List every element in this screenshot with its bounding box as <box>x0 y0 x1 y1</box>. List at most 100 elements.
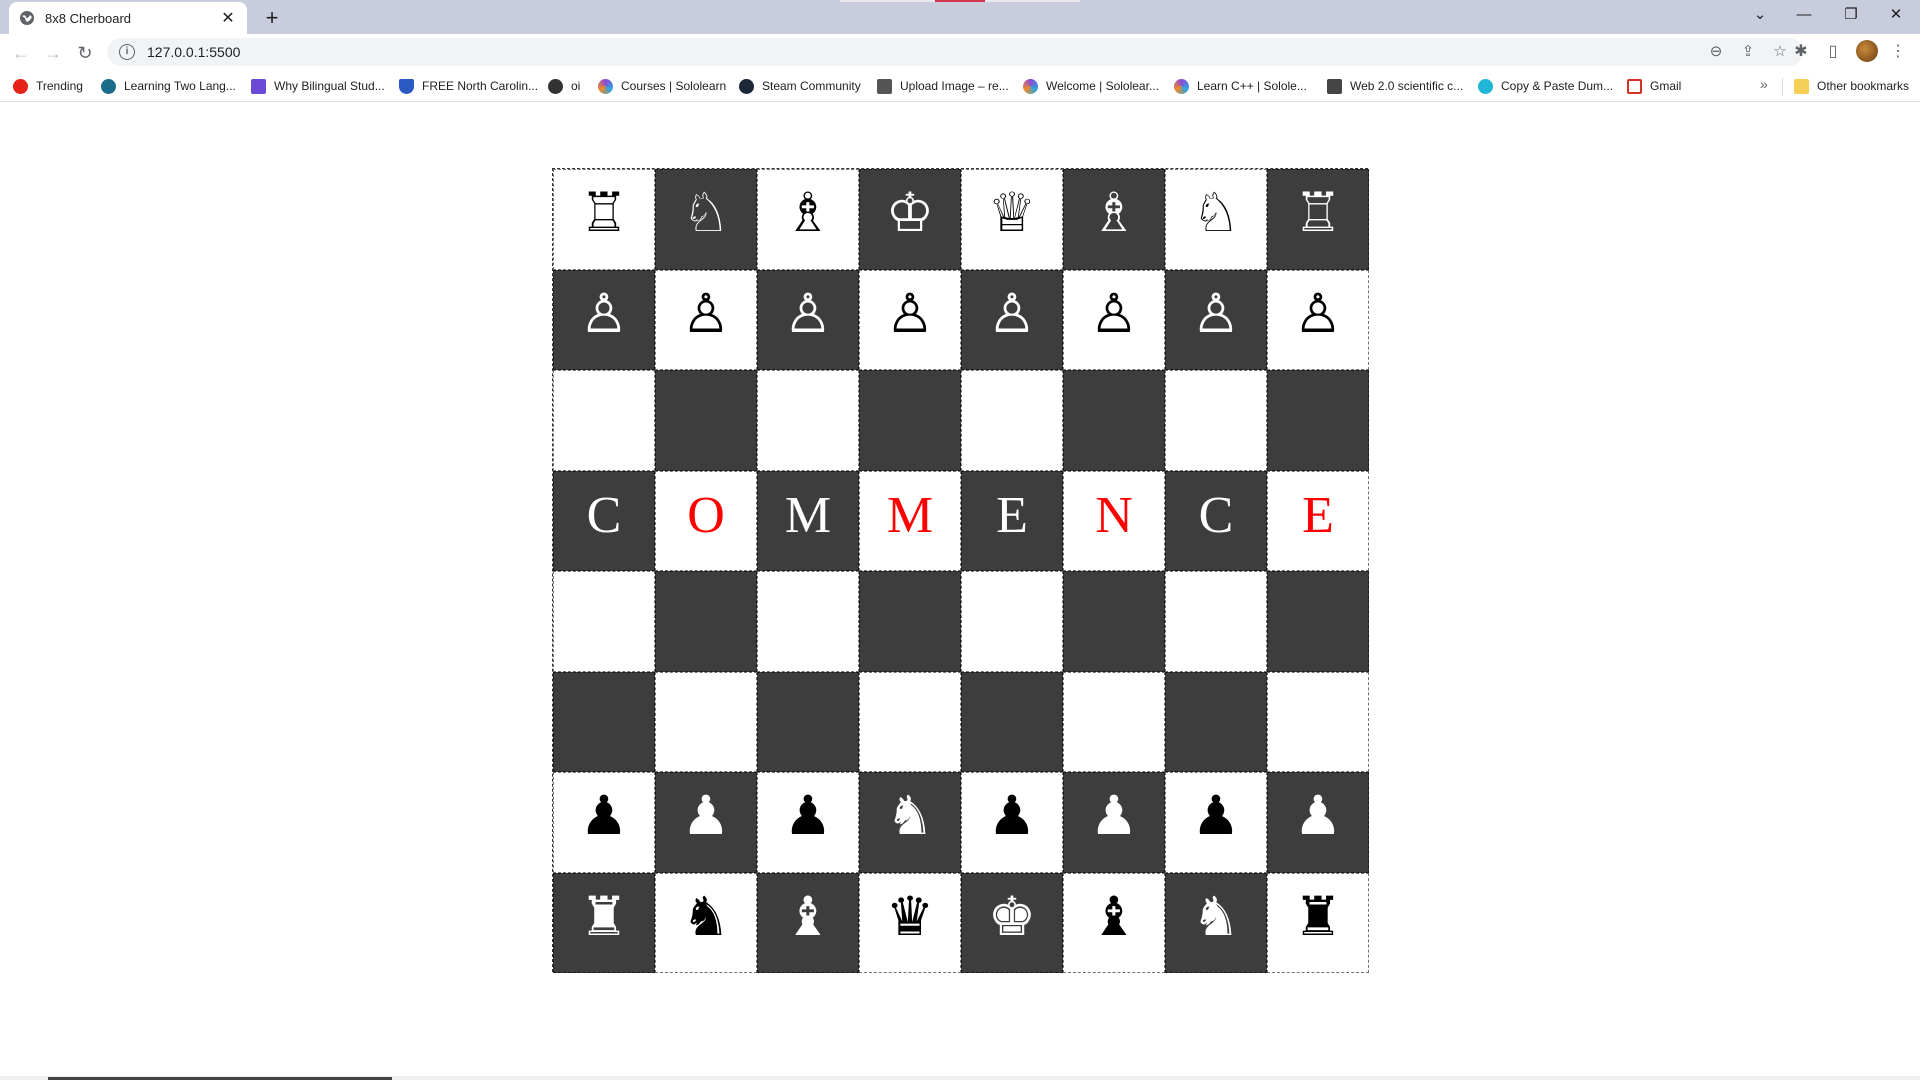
board-square[interactable] <box>961 370 1063 471</box>
black-king-icon[interactable]: ♚ <box>988 889 1036 944</box>
board-square[interactable]: ♗ <box>1063 169 1165 270</box>
board-square[interactable]: ♝ <box>1063 872 1165 973</box>
board-square[interactable] <box>757 571 859 672</box>
board-square[interactable] <box>757 370 859 471</box>
board-square[interactable]: ♙ <box>1063 269 1165 370</box>
board-square[interactable]: ♟ <box>757 772 859 873</box>
board-square[interactable]: ♙ <box>1267 269 1369 370</box>
board-square[interactable]: ♟ <box>553 772 655 873</box>
white-pawn-icon[interactable]: ♙ <box>988 286 1036 341</box>
board-square[interactable] <box>655 571 757 672</box>
board-square[interactable] <box>961 571 1063 672</box>
board-square[interactable]: E <box>1267 470 1369 571</box>
bookmark-item[interactable]: Welcome | Sololear... <box>1023 77 1159 95</box>
forward-button[interactable]: → <box>40 40 66 66</box>
bookmark-item[interactable]: Copy & Paste Dum... <box>1478 77 1613 95</box>
black-knight-icon[interactable]: ♞ <box>886 789 934 843</box>
black-knight-icon[interactable]: ♞ <box>682 889 730 944</box>
black-pawn-icon[interactable]: ♟ <box>1090 789 1138 843</box>
tab-search-icon[interactable]: ⌄ <box>1740 0 1780 30</box>
board-square[interactable]: ♙ <box>859 269 961 370</box>
board-square[interactable]: ♕ <box>961 169 1063 270</box>
profile-avatar[interactable] <box>1856 40 1878 62</box>
back-button[interactable]: ← <box>8 40 34 66</box>
board-square[interactable] <box>553 370 655 471</box>
board-square[interactable]: ♛ <box>859 872 961 973</box>
black-pawn-icon[interactable]: ♟ <box>1294 789 1342 843</box>
board-square[interactable] <box>1063 671 1165 772</box>
black-rook-icon[interactable]: ♜ <box>580 889 628 944</box>
black-queen-icon[interactable]: ♛ <box>886 889 934 944</box>
board-square[interactable]: ♚ <box>961 872 1063 973</box>
board-square[interactable]: ♗ <box>757 169 859 270</box>
board-square[interactable]: ♝ <box>757 872 859 973</box>
bookmark-item[interactable]: Web 2.0 scientific c... <box>1327 77 1463 95</box>
board-square[interactable]: ♙ <box>553 269 655 370</box>
white-pawn-icon[interactable]: ♙ <box>886 286 934 341</box>
white-queen-icon[interactable]: ♕ <box>988 186 1036 240</box>
url-text[interactable]: 127.0.0.1:5500 <box>147 44 1695 60</box>
white-king-icon[interactable]: ♔ <box>886 186 934 240</box>
board-square[interactable]: M <box>757 470 859 571</box>
bookmarks-overflow-icon[interactable]: » <box>1760 76 1768 92</box>
board-square[interactable] <box>859 671 961 772</box>
board-square[interactable] <box>1267 571 1369 672</box>
extensions-icon[interactable]: ✱ <box>1789 40 1813 64</box>
white-rook-icon[interactable]: ♖ <box>580 186 628 240</box>
black-rook-icon[interactable]: ♜ <box>1294 889 1342 944</box>
board-square[interactable] <box>655 370 757 471</box>
board-square[interactable]: ♜ <box>553 872 655 973</box>
board-square[interactable]: M <box>859 470 961 571</box>
board-square[interactable]: ♟ <box>1267 772 1369 873</box>
black-knight-icon[interactable]: ♞ <box>1192 889 1240 944</box>
bookmark-item[interactable]: Gmail <box>1627 77 1681 95</box>
board-square[interactable] <box>553 571 655 672</box>
board-square[interactable]: ♔ <box>859 169 961 270</box>
bookmark-item[interactable]: FREE North Carolin... <box>399 77 538 95</box>
restore-button[interactable]: ❐ <box>1831 0 1871 30</box>
board-square[interactable]: ♖ <box>553 169 655 270</box>
black-pawn-icon[interactable]: ♟ <box>988 789 1036 843</box>
close-window-button[interactable]: ✕ <box>1876 0 1916 30</box>
board-square[interactable] <box>859 370 961 471</box>
white-pawn-icon[interactable]: ♙ <box>580 286 628 341</box>
site-info-icon[interactable]: i <box>119 44 135 60</box>
board-square[interactable] <box>1063 571 1165 672</box>
white-knight-icon[interactable]: ♘ <box>1192 186 1240 240</box>
white-pawn-icon[interactable]: ♙ <box>1192 286 1240 341</box>
side-panel-icon[interactable]: ▯ <box>1821 40 1845 64</box>
white-pawn-icon[interactable]: ♙ <box>1294 286 1342 341</box>
board-square[interactable]: ♟ <box>961 772 1063 873</box>
white-bishop-icon[interactable]: ♗ <box>1090 186 1138 240</box>
bookmark-item[interactable]: Steam Community <box>739 77 861 95</box>
board-square[interactable]: ♟ <box>1063 772 1165 873</box>
white-pawn-icon[interactable]: ♙ <box>1090 286 1138 341</box>
board-square[interactable]: N <box>1063 470 1165 571</box>
white-pawn-icon[interactable]: ♙ <box>682 286 730 341</box>
bookmark-item[interactable]: Learning Two Lang... <box>101 77 236 95</box>
bookmark-item[interactable]: oi <box>548 77 580 95</box>
board-square[interactable] <box>1165 671 1267 772</box>
bookmark-item[interactable]: Trending <box>13 77 83 95</box>
board-square[interactable]: ♞ <box>655 872 757 973</box>
board-square[interactable] <box>859 571 961 672</box>
board-square[interactable] <box>553 671 655 772</box>
board-square[interactable] <box>757 671 859 772</box>
black-bishop-icon[interactable]: ♝ <box>1090 889 1138 944</box>
white-pawn-icon[interactable]: ♙ <box>784 286 832 341</box>
board-square[interactable]: O <box>655 470 757 571</box>
bookmark-item[interactable]: Why Bilingual Stud... <box>251 77 385 95</box>
board-square[interactable]: ♜ <box>1267 872 1369 973</box>
black-pawn-icon[interactable]: ♟ <box>1192 789 1240 843</box>
board-square[interactable]: ♘ <box>655 169 757 270</box>
board-square[interactable]: ♖ <box>1267 169 1369 270</box>
bookmark-star-icon[interactable]: ☆ <box>1769 41 1791 63</box>
bookmark-item[interactable]: Upload Image – re... <box>877 77 1009 95</box>
board-square[interactable]: ♘ <box>1165 169 1267 270</box>
tab-close-icon[interactable]: ✕ <box>219 8 237 28</box>
board-square[interactable]: C <box>553 470 655 571</box>
board-square[interactable]: ♟ <box>1165 772 1267 873</box>
share-icon[interactable]: ⇪ <box>1737 41 1759 63</box>
black-pawn-icon[interactable]: ♟ <box>784 789 832 843</box>
board-square[interactable]: ♟ <box>655 772 757 873</box>
